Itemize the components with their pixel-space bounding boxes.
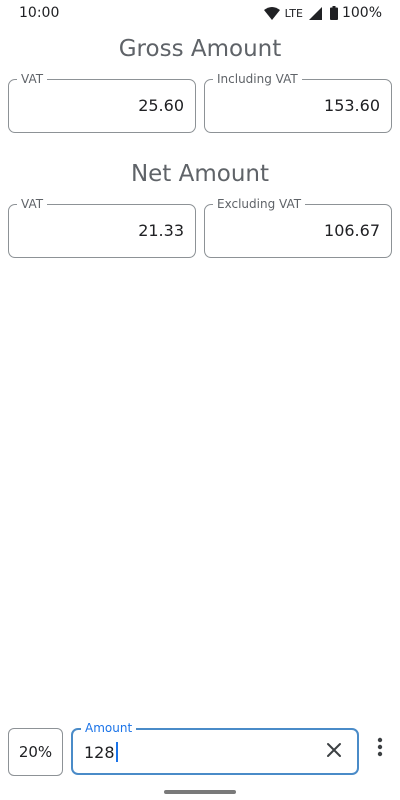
clear-icon [326, 742, 342, 762]
status-time: 10:00 [19, 5, 60, 21]
net-total-value: 106.67 [324, 221, 380, 240]
gross-total-value: 153.60 [324, 96, 380, 115]
gross-total-label: Including VAT [213, 72, 302, 86]
more-vert-icon [377, 737, 383, 761]
text-caret [115, 742, 118, 762]
gross-vat-field: VAT 25.60 [8, 72, 196, 133]
more-options-button[interactable] [369, 736, 391, 762]
gross-vat-value: 25.60 [138, 96, 184, 115]
clear-button[interactable] [323, 741, 345, 763]
vat-rate-button[interactable]: 20% [8, 728, 63, 776]
net-total-field: Excluding VAT 106.67 [204, 197, 392, 258]
cell-signal-icon [308, 6, 322, 20]
amount-value-wrapper[interactable]: 128 [84, 742, 118, 762]
gesture-nav-handle[interactable] [164, 790, 236, 794]
status-icons: LTE 100% [263, 5, 382, 21]
net-amount-title: Net Amount [130, 161, 270, 187]
net-total-label: Excluding VAT [213, 197, 306, 211]
amount-value[interactable]: 128 [84, 743, 115, 762]
wifi-icon [263, 6, 280, 20]
gross-vat-label: VAT [17, 72, 48, 86]
gross-amount-title: Gross Amount [118, 36, 282, 62]
net-vat-label: VAT [17, 197, 48, 211]
network-type: LTE [284, 6, 303, 20]
amount-input[interactable]: Amount 128 [71, 721, 359, 775]
amount-label: Amount [81, 721, 137, 735]
battery-percent: 100% [341, 5, 382, 21]
battery-icon [329, 6, 338, 20]
net-vat-field: VAT 21.33 [8, 197, 196, 258]
vat-calculator-screen: 10:00 LTE 100% Gross Amount VAT 25.60 In… [0, 0, 400, 800]
net-vat-value: 21.33 [138, 221, 184, 240]
status-bar: 10:00 LTE 100% [0, 0, 400, 26]
gross-total-field: Including VAT 153.60 [204, 72, 392, 133]
